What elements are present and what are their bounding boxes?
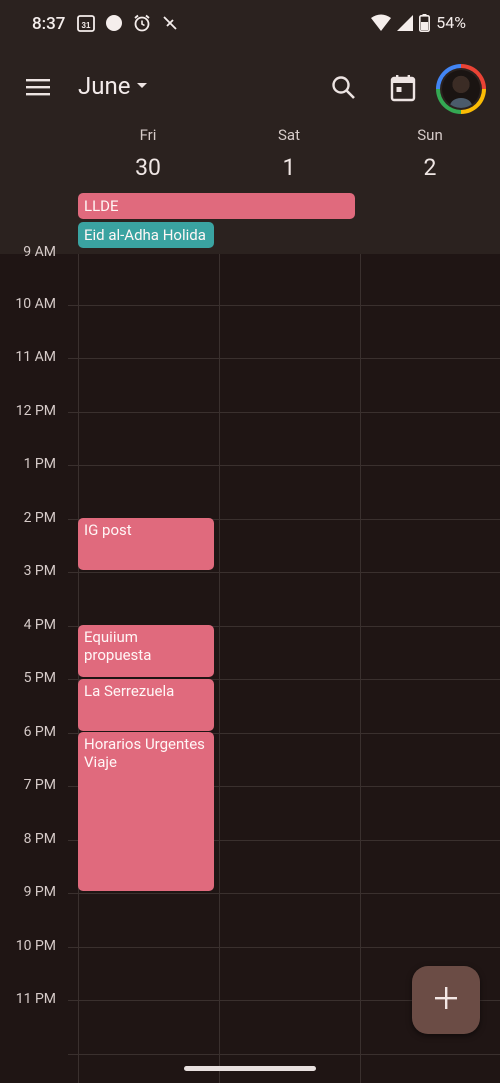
column-divider <box>360 254 361 1083</box>
calendar-icon-text: 31 <box>82 21 91 30</box>
status-system-icons: 54% <box>371 13 466 32</box>
hour-label: 12 PM <box>15 403 56 419</box>
dot-icon <box>104 13 124 33</box>
battery-icon <box>419 13 431 32</box>
day-name: Sat <box>278 126 300 144</box>
hour-line <box>68 947 500 948</box>
month-selector[interactable]: June <box>78 72 148 100</box>
status-time: 8:37 <box>32 14 66 34</box>
home-indicator[interactable] <box>184 1066 316 1071</box>
avatar[interactable] <box>436 64 486 114</box>
hour-label: 1 PM <box>23 456 56 472</box>
hour-label: 3 PM <box>23 563 56 579</box>
create-event-button[interactable] <box>412 966 480 1034</box>
hour-line <box>68 412 500 413</box>
hour-line <box>68 305 500 306</box>
event-block[interactable]: IG post <box>78 518 214 570</box>
day-header-fri[interactable]: Fri 30 <box>78 126 218 181</box>
hour-line <box>68 1054 500 1055</box>
search-button[interactable] <box>328 74 360 106</box>
status-bar: 8:37 31 54% <box>0 0 500 50</box>
dropdown-arrow-icon <box>136 82 148 90</box>
hour-line <box>68 893 500 894</box>
all-day-event[interactable]: LLDE <box>78 193 355 219</box>
menu-icon <box>26 77 52 101</box>
alarm-icon <box>132 13 152 33</box>
event-block[interactable]: Horarios Urgentes Viaje <box>78 732 214 891</box>
day-name: Sun <box>417 126 443 144</box>
hour-label: 5 PM <box>23 670 56 686</box>
avatar-ring <box>440 68 482 110</box>
hour-label: 9 AM <box>23 244 56 260</box>
nfc-off-icon <box>160 13 180 33</box>
day-number: 1 <box>282 154 296 181</box>
hour-label: 10 AM <box>15 296 56 312</box>
hour-label: 11 PM <box>15 991 56 1007</box>
day-number: 30 <box>135 154 161 181</box>
avatar-photo <box>442 70 480 108</box>
calendar-icon: 31 <box>76 13 96 33</box>
calendar-screen: 8:37 31 54% June Fri 30 Sat 1 Sun 2 LLDE… <box>0 0 500 1083</box>
search-icon <box>331 75 357 105</box>
day-header-sat[interactable]: Sat 1 <box>219 126 359 181</box>
month-label: June <box>78 72 131 100</box>
time-grid[interactable]: 9 AM 10 AM 11 AM 12 PM 1 PM 2 PM 3 PM 4 … <box>0 244 500 1083</box>
day-header-sun[interactable]: Sun 2 <box>360 126 500 181</box>
hour-line <box>68 465 500 466</box>
menu-button[interactable] <box>22 74 56 104</box>
app-header: June Fri 30 Sat 1 Sun 2 LLDE Eid al-Adha… <box>0 50 500 254</box>
hour-label: 6 PM <box>23 724 56 740</box>
today-button[interactable] <box>387 74 419 106</box>
battery-percent: 54% <box>436 13 466 32</box>
event-block[interactable]: Equiium propuesta <box>78 625 214 677</box>
wifi-icon <box>371 14 392 32</box>
hour-label: 4 PM <box>23 617 56 633</box>
hour-label: 11 AM <box>15 349 56 365</box>
hour-label: 8 PM <box>23 831 56 847</box>
hour-line <box>68 572 500 573</box>
column-divider <box>219 254 220 1083</box>
hour-line <box>68 358 500 359</box>
day-number: 2 <box>423 154 437 181</box>
signal-icon <box>397 14 414 31</box>
hour-label: 10 PM <box>15 938 56 954</box>
hour-label: 2 PM <box>23 510 56 526</box>
all-day-event[interactable]: Eid al-Adha Holida <box>78 222 214 248</box>
hour-label: 9 PM <box>23 884 56 900</box>
event-block[interactable]: La Serrezuela <box>78 679 214 731</box>
status-notification-icons: 31 <box>76 13 180 33</box>
day-name: Fri <box>139 126 157 144</box>
hour-label: 7 PM <box>23 777 56 793</box>
today-icon <box>390 74 416 106</box>
plus-icon <box>434 986 458 1014</box>
